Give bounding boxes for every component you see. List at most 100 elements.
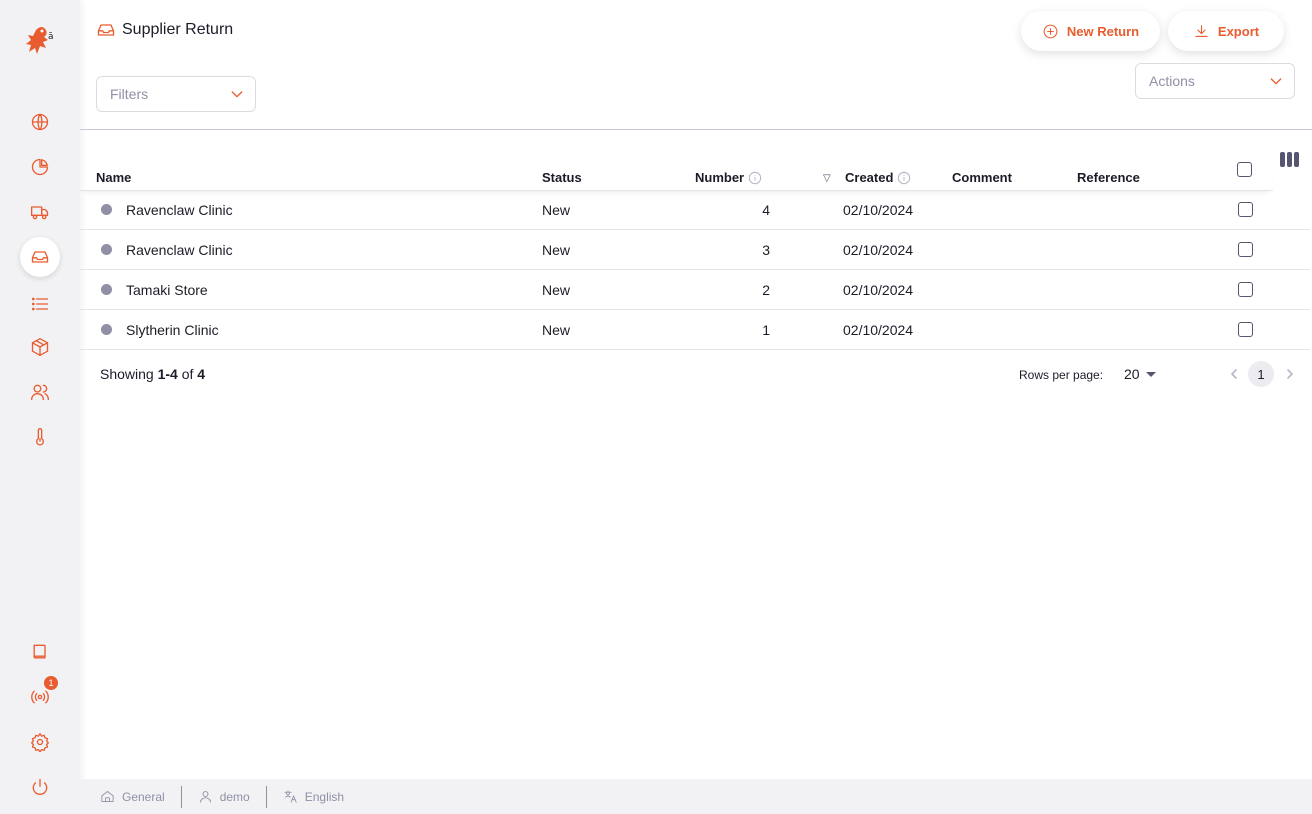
info-icon	[898, 171, 911, 184]
row-created: 02/10/2024	[843, 322, 914, 338]
row-name: Ravenclaw Clinic	[126, 242, 233, 258]
info-icon	[748, 171, 762, 184]
row-name: Tamaki Store	[126, 282, 208, 298]
column-picker-button[interactable]	[1280, 152, 1299, 167]
plus-circle-icon	[1043, 24, 1058, 38]
row-number: 2	[762, 282, 770, 298]
sort-descending-icon[interactable]: ▽	[823, 173, 831, 184]
page-title: Supplier Return	[122, 21, 234, 38]
table-row[interactable]: Slytherin Clinic New 1 02/10/2024	[80, 310, 1310, 350]
new-return-label: New Return	[1066, 23, 1140, 39]
users-icon	[31, 384, 49, 401]
table-row[interactable]: Ravenclaw Clinic New 4 02/10/2024	[80, 190, 1310, 230]
footer-divider	[265, 785, 267, 808]
table-row[interactable]: Tamaki Store New 2 02/10/2024	[80, 270, 1310, 310]
thermometer-icon	[36, 428, 44, 446]
sidebar-item-dispensary[interactable]	[20, 372, 60, 412]
row-checkbox[interactable]	[1238, 242, 1253, 257]
chevron-left-icon	[1230, 369, 1237, 379]
row-checkbox[interactable]	[1238, 282, 1253, 297]
svg-text:ā: ā	[48, 32, 54, 42]
status-dot	[101, 324, 112, 335]
showing-range: 1-4	[157, 366, 178, 382]
footer-language[interactable]: English	[283, 786, 360, 808]
sidebar-item-distribution[interactable]	[20, 192, 60, 232]
row-status: New	[542, 322, 571, 338]
footer-user[interactable]: demo	[198, 786, 266, 808]
table-row[interactable]: Ravenclaw Clinic New 3 02/10/2024	[80, 230, 1310, 270]
next-page-button[interactable]	[1283, 366, 1297, 382]
sidebar: ā 1	[0, 0, 80, 814]
globe-icon	[31, 113, 49, 131]
sidebar-item-settings[interactable]	[20, 722, 60, 762]
row-created: 02/10/2024	[843, 242, 914, 258]
app-logo[interactable]: ā	[22, 24, 58, 66]
pie-chart-icon	[31, 158, 49, 176]
export-button[interactable]: Export	[1168, 11, 1284, 51]
sidebar-item-dashboard[interactable]	[20, 102, 60, 142]
rows-per-page-select[interactable]: 20	[1124, 366, 1156, 382]
sidebar-item-catalogue[interactable]	[20, 284, 60, 324]
actions-dropdown[interactable]: Actions	[1135, 63, 1295, 99]
new-return-button[interactable]: New Return	[1021, 11, 1160, 51]
row-status: New	[542, 242, 571, 258]
row-checkbox[interactable]	[1238, 322, 1253, 337]
truck-icon	[30, 206, 49, 220]
status-dot	[101, 204, 112, 215]
package-icon	[31, 338, 49, 356]
sidebar-item-replenishment[interactable]	[20, 237, 60, 277]
download-icon	[1195, 24, 1208, 37]
chevron-right-icon	[1287, 369, 1294, 379]
row-number: 4	[762, 202, 770, 218]
sidebar-item-reports[interactable]	[20, 147, 60, 187]
showing-total: 4	[197, 366, 206, 382]
row-number: 1	[762, 322, 770, 338]
row-status: New	[542, 202, 571, 218]
user-icon	[199, 791, 211, 803]
row-name: Ravenclaw Clinic	[126, 202, 233, 218]
status-dot	[101, 244, 112, 255]
footer-divider	[180, 785, 182, 808]
book-icon	[33, 644, 46, 659]
rows-per-page-label: Rows per page:	[1019, 368, 1104, 382]
caret-down-icon	[1145, 371, 1156, 377]
filters-placeholder: Filters	[110, 86, 149, 102]
showing-summary: Showing 1-4 of 4	[100, 366, 206, 382]
chevron-down-icon	[1270, 78, 1282, 85]
sidebar-item-docs[interactable]	[20, 632, 60, 672]
list-icon	[32, 297, 49, 311]
column-header-created[interactable]: Created	[845, 170, 911, 185]
row-checkbox[interactable]	[1238, 202, 1253, 217]
sync-badge: 1	[44, 676, 58, 690]
column-header-status[interactable]: Status	[542, 170, 582, 185]
row-status: New	[542, 282, 571, 298]
footer-store[interactable]: General	[100, 786, 181, 808]
column-header-comment[interactable]: Comment	[952, 170, 1012, 185]
inbox-icon	[31, 251, 49, 263]
gear-icon	[31, 733, 49, 752]
page-header: Supplier Return	[96, 20, 233, 40]
column-header-reference[interactable]: Reference	[1077, 170, 1140, 185]
filters-dropdown[interactable]: Filters	[96, 76, 256, 112]
inbox-icon	[97, 24, 115, 36]
translate-icon	[284, 790, 297, 803]
page-button-current[interactable]: 1	[1248, 361, 1274, 387]
table-header: Name Status Number ▽ Created Comment Ref…	[80, 160, 1273, 191]
sidebar-item-inventory[interactable]	[20, 327, 60, 367]
column-header-number[interactable]: Number	[695, 170, 762, 185]
column-header-name[interactable]: Name	[96, 170, 131, 185]
row-created: 02/10/2024	[843, 202, 914, 218]
status-footer: General demo English	[80, 779, 1312, 814]
row-created: 02/10/2024	[843, 282, 914, 298]
header-divider	[80, 129, 1312, 130]
sidebar-item-logout[interactable]	[20, 767, 60, 807]
sidebar-item-cold-chain[interactable]	[20, 417, 60, 457]
sidebar-item-sync[interactable]: 1	[20, 676, 60, 717]
chevron-down-icon	[231, 91, 243, 98]
row-name: Slytherin Clinic	[126, 322, 219, 338]
row-number: 3	[762, 242, 770, 258]
select-all-checkbox[interactable]	[1237, 162, 1252, 177]
power-icon	[32, 778, 48, 795]
previous-page-button[interactable]	[1227, 366, 1241, 382]
actions-placeholder: Actions	[1149, 73, 1195, 89]
